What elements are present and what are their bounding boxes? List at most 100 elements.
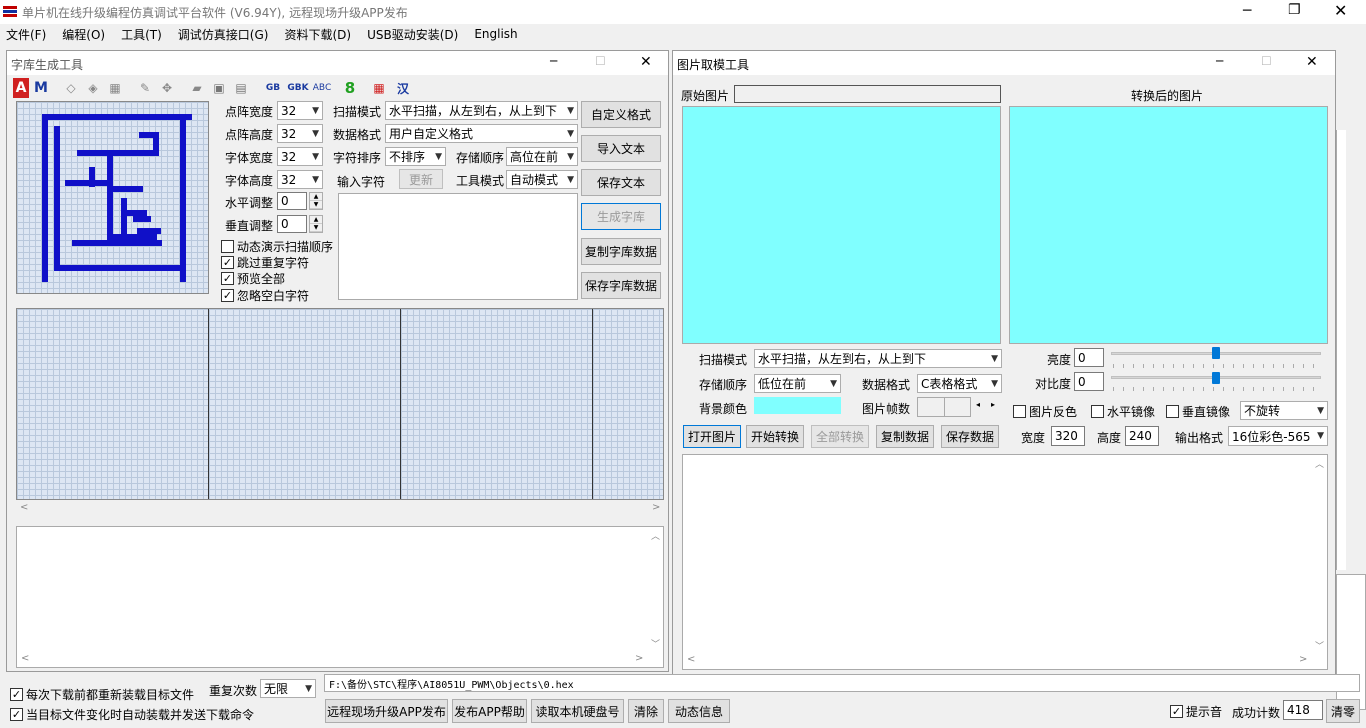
publish-help-button[interactable]: 发布APP帮助 [452,699,527,723]
save-icon[interactable]: ▣ [211,78,227,98]
reset-count-button[interactable]: 清零 [1326,699,1360,723]
frame-prev-icon[interactable]: ◂ [976,400,980,409]
input-char-textarea[interactable] [338,193,578,300]
height-input[interactable]: 240 [1125,426,1159,446]
stamp-icon[interactable]: ▦ [107,78,123,98]
save-text-button[interactable]: 保存文本 [581,169,661,196]
chk-v-mirror[interactable]: 垂直镜像 [1166,403,1230,420]
restore-icon[interactable]: ❐ [1288,2,1301,18]
eraser-icon[interactable]: ◇ [63,78,79,98]
tool-mode-select[interactable]: 自动模式 ▼ [506,170,578,189]
img-storage-order-select[interactable]: 低位在前 ▼ [754,374,841,393]
font-tool-close-icon[interactable]: ✕ [640,54,652,70]
spin-down-icon[interactable]: ▼ [310,201,322,209]
scroll-down-icon[interactable]: ﹀ [651,637,660,650]
font-output-textarea[interactable]: ︿ ﹀ < > [16,526,664,668]
scroll-up-icon[interactable]: ︿ [1315,457,1324,470]
chevron-left-icon[interactable]: < [21,653,29,664]
copy-font-data-button[interactable]: 复制字库数据 [581,238,661,265]
v-adjust-spinner[interactable]: ▲ ▼ [309,215,323,233]
chk-auto-load[interactable]: ✓ 当目标文件变化时自动装载并发送下载命令 [10,706,254,723]
file-path-field[interactable]: F:\备份\STC\程序\AI8051U_PWM\Objects\0.hex [324,674,1360,692]
chk-reload-before-download[interactable]: ✓ 每次下载前都重新装载目标文件 [10,686,194,703]
hanzi-icon[interactable]: 汉 [395,78,411,98]
menu-debug[interactable]: 调试仿真接口(G) [178,26,269,43]
v-adjust-input[interactable]: 0 [277,215,307,233]
image-tool-minimize-icon[interactable]: ─ [1216,54,1223,68]
pencil-icon[interactable]: ✎ [137,78,153,98]
frame-next-icon[interactable]: ▸ [991,400,995,409]
storage-order-select[interactable]: 高位在前 ▼ [506,147,578,166]
copy-data-button[interactable]: 复制数据 [876,425,934,448]
chk-dynamic-scan[interactable]: 动态演示扫描顺序 [221,238,333,255]
scroll-up-icon[interactable]: ︿ [651,529,660,542]
width-input[interactable]: 320 [1051,426,1085,446]
preview-hscrollbar[interactable]: < > [16,502,664,516]
chk-invert[interactable]: 图片反色 [1013,403,1077,420]
font-bold-a-icon[interactable]: A [13,78,29,98]
menu-program[interactable]: 编程(O) [62,26,105,43]
chk-ignore-blank[interactable]: ✓ 忽略空白字符 [221,287,309,304]
move-icon[interactable]: ✥ [159,78,175,98]
chevron-right-icon[interactable]: > [635,653,643,664]
font-tool-minimize-icon[interactable]: ─ [550,54,557,68]
close-icon[interactable]: ✕ [1334,1,1347,20]
gb-icon[interactable]: GB [263,78,283,98]
dot-width-select[interactable]: 32 ▼ [277,101,323,120]
menu-tools[interactable]: 工具(T) [121,26,162,43]
img-data-format-select[interactable]: C表格格式 ▼ [917,374,1002,393]
read-disk-id-button[interactable]: 读取本机硬盘号 [531,699,624,723]
rotate-select[interactable]: 不旋转 ▼ [1240,401,1328,420]
custom-format-button[interactable]: 自定义格式 [581,101,661,128]
spin-up-icon[interactable]: ▲ [310,216,322,224]
menu-usb[interactable]: USB驱动安装(D) [367,26,458,43]
frame-count-field[interactable] [917,397,971,417]
output-format-select[interactable]: 16位彩色-565 ▼ [1228,426,1328,446]
gbk-icon[interactable]: GBK [287,78,309,98]
start-convert-button[interactable]: 开始转换 [746,425,804,448]
chevron-right-icon[interactable]: > [652,502,660,513]
chevron-left-icon[interactable]: < [20,502,28,513]
image-output-textarea[interactable]: ︿ ﹀ < > [682,454,1328,670]
update-button[interactable]: 更新 [399,169,443,189]
repeat-select[interactable]: 无限 ▼ [260,679,316,698]
h-adjust-input[interactable]: 0 [277,192,307,210]
save-font-data-button[interactable]: 保存字库数据 [581,272,661,299]
contrast-slider-thumb[interactable] [1212,372,1220,384]
save-data-button[interactable]: 保存数据 [941,425,999,448]
font-width-select[interactable]: 32 ▼ [277,147,323,166]
abc-icon[interactable]: ABC [311,78,333,98]
chevron-left-icon[interactable]: < [687,654,695,665]
clear-button[interactable]: 清除 [628,699,664,723]
menu-download[interactable]: 资料下载(D) [284,26,351,43]
contrast-input[interactable]: 0 [1074,372,1104,391]
chk-preview-all[interactable]: ✓ 预览全部 [221,270,285,287]
original-image-canvas[interactable] [682,106,1001,344]
chk-h-mirror[interactable]: 水平镜像 [1091,403,1155,420]
open-folder-icon[interactable]: ▰ [189,78,205,98]
converted-image-canvas[interactable] [1009,106,1328,344]
dot-height-select[interactable]: 32 ▼ [277,124,323,143]
chk-sound[interactable]: ✓ 提示音 [1170,703,1222,720]
convert-all-button[interactable]: 全部转换 [811,425,869,448]
minimize-icon[interactable]: ─ [1243,3,1251,19]
generate-font-button[interactable]: 生成字库 [581,203,661,230]
menu-file[interactable]: 文件(F) [6,26,46,43]
save-as-icon[interactable]: ▤ [233,78,249,98]
digit-8-icon[interactable]: 8 [343,78,357,98]
char-sort-select[interactable]: 不排序 ▼ [385,147,446,166]
font-height-select[interactable]: 32 ▼ [277,170,323,189]
scan-mode-select[interactable]: 水平扫描，从左到右，从上到下 ▼ [385,101,578,120]
spin-up-icon[interactable]: ▲ [310,193,322,201]
color-grid-icon[interactable]: ▦ [371,78,387,98]
import-text-button[interactable]: 导入文本 [581,135,661,162]
chevron-right-icon[interactable]: > [1299,654,1307,665]
menu-english[interactable]: English [474,27,517,41]
dynamic-info-button[interactable]: 动态信息 [668,699,730,723]
h-adjust-spinner[interactable]: ▲ ▼ [309,192,323,210]
img-scan-mode-select[interactable]: 水平扫描，从左到右，从上到下 ▼ [754,349,1002,368]
chk-skip-dup[interactable]: ✓ 跳过重复字符 [221,254,309,271]
glyph-editor-grid[interactable] [16,101,209,294]
image-tool-close-icon[interactable]: ✕ [1306,54,1318,70]
font-m-icon[interactable]: M [33,78,49,98]
